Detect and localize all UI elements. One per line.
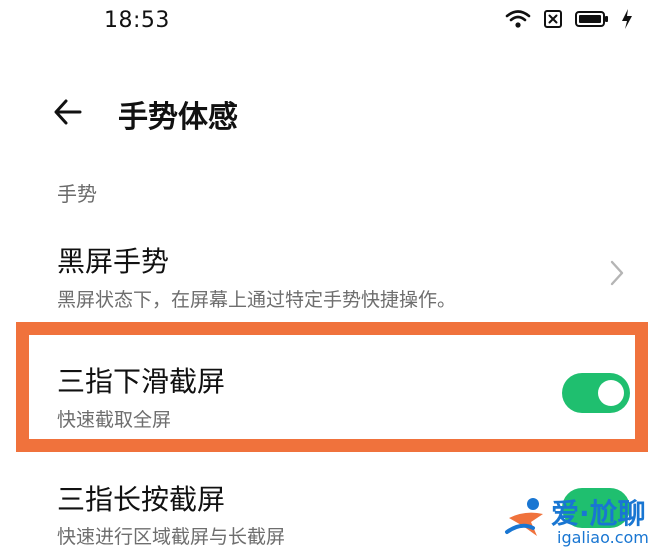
item-title: 黑屏手势 (57, 245, 170, 278)
battery-icon (575, 11, 608, 27)
watermark-domain: igaliao.com (557, 528, 649, 547)
toggle-switch[interactable] (562, 373, 630, 413)
watermark-text: 爱·尬聊 (551, 497, 646, 530)
status-bar: 18:53 (0, 0, 663, 44)
item-title: 三指下滑截屏 (57, 365, 226, 398)
item-subtitle: 快速进行区域截屏与长截屏 (57, 526, 286, 548)
item-subtitle: 黑屏状态下，在屏幕上通过特定手势快捷操作。 (57, 289, 457, 311)
wifi-icon (505, 10, 531, 28)
chevron-right-icon (610, 260, 624, 286)
back-button[interactable] (50, 92, 90, 132)
section-label: 手势 (57, 182, 97, 206)
watermark: 爱·尬聊 igaliao.com (503, 488, 663, 558)
status-icons (505, 8, 633, 30)
sim-icon (544, 10, 562, 28)
item-subtitle: 快速截取全屏 (57, 409, 172, 431)
arrow-left-icon (54, 99, 82, 125)
toggle-knob (598, 380, 624, 406)
list-item-black-screen-gesture[interactable]: 黑屏手势 黑屏状态下，在屏幕上通过特定手势快捷操作。 (0, 225, 663, 320)
status-time: 18:53 (104, 8, 170, 33)
item-title: 三指长按截屏 (57, 483, 226, 516)
page-header: 手势体感 (0, 80, 663, 144)
watermark-logo-icon (505, 498, 543, 536)
page-title: 手势体感 (118, 100, 238, 135)
charging-icon (622, 9, 632, 29)
